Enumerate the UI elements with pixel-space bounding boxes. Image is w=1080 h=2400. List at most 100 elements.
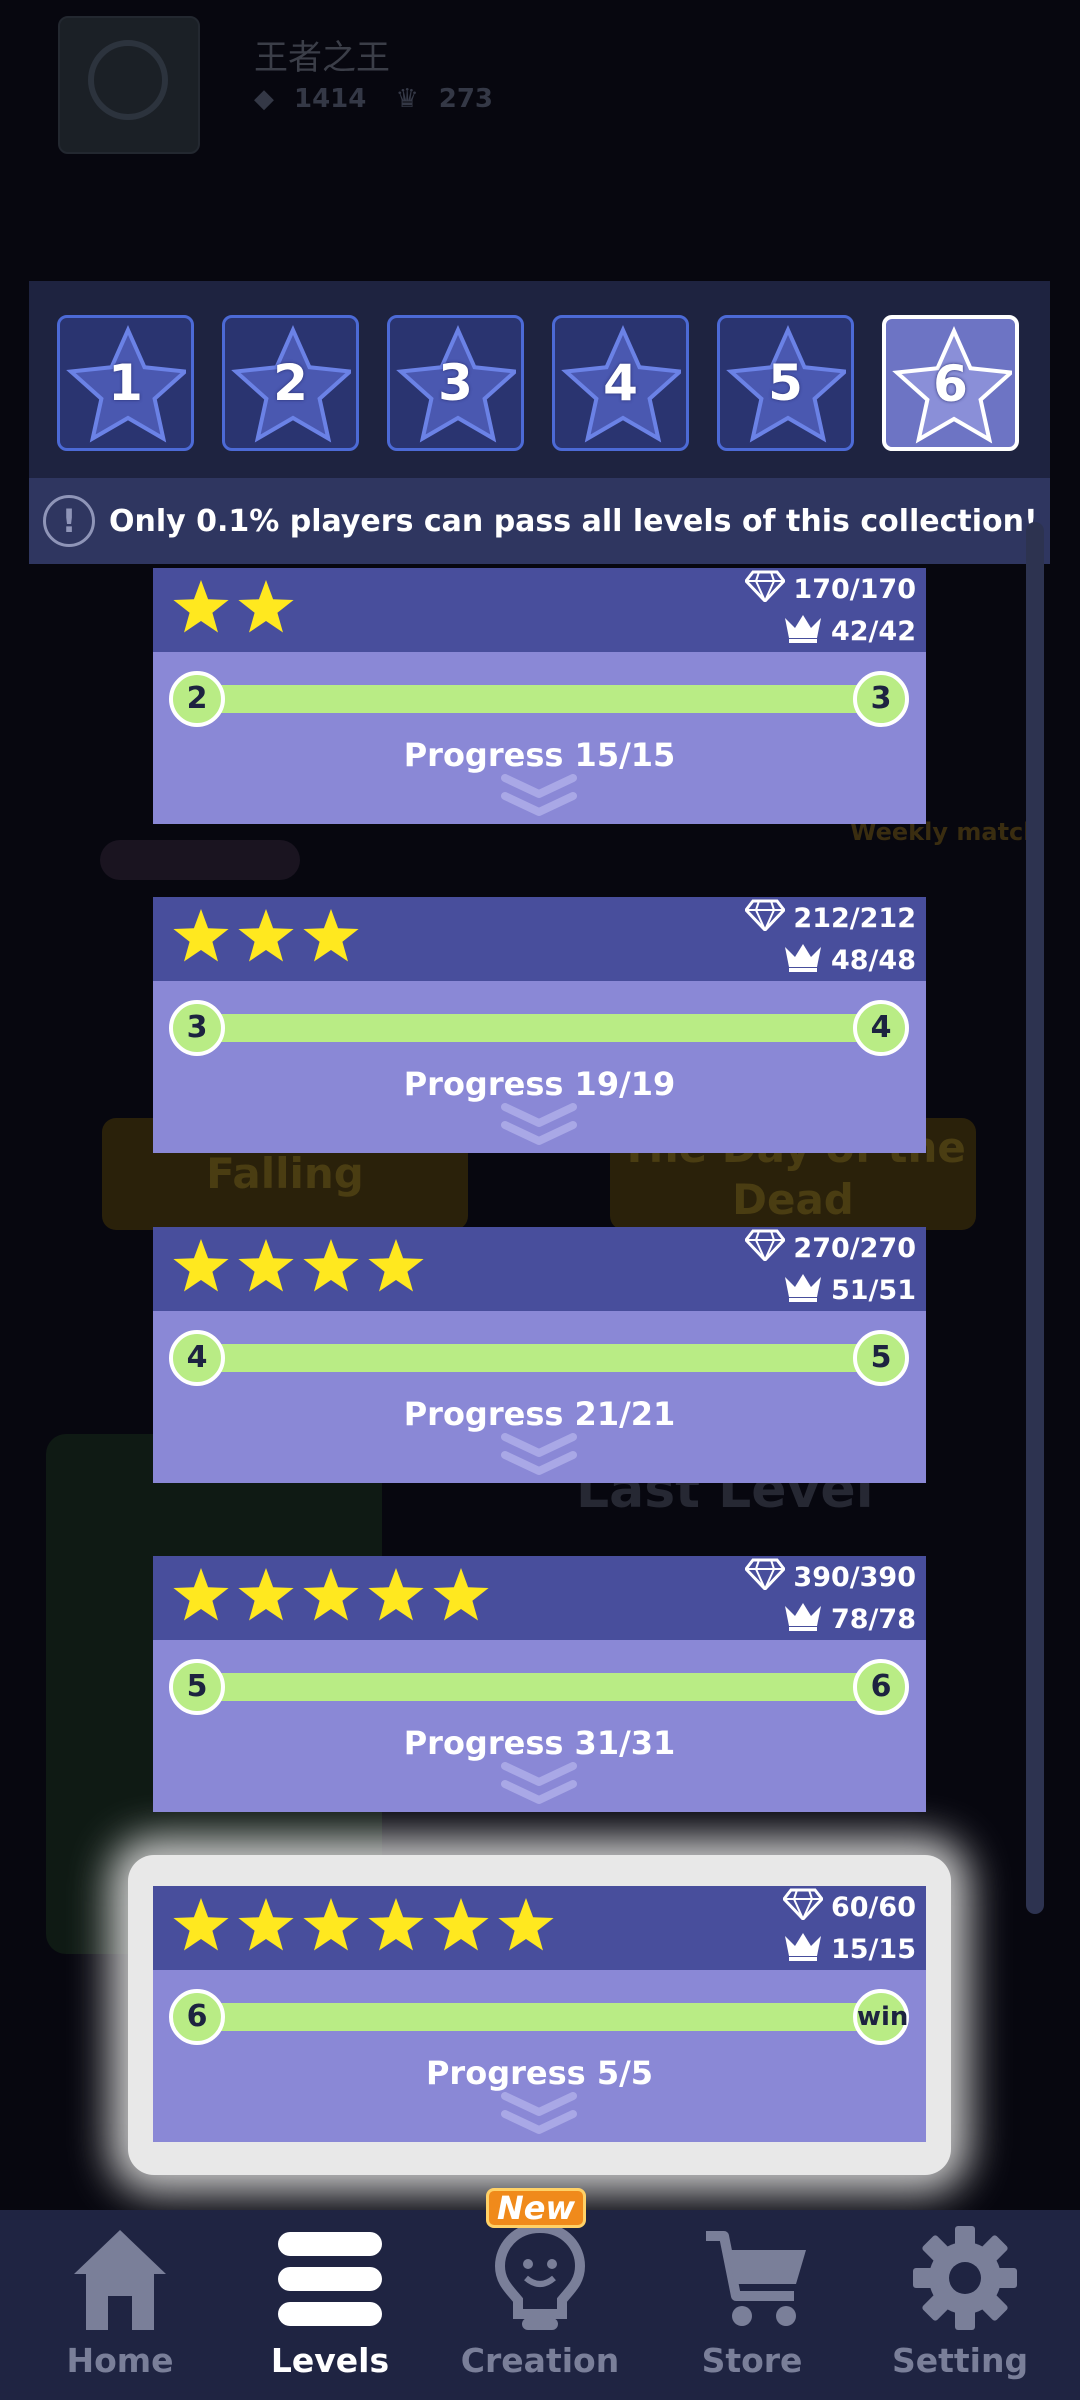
crown-count: 78/78 [783, 1600, 916, 1639]
nav-store[interactable]: Store [652, 2210, 852, 2400]
nav-setting[interactable]: Setting [860, 2210, 1060, 2400]
progress-bar [191, 2003, 887, 2031]
progress-label: Progress 31/31 [403, 1724, 676, 1762]
expand-chevron-icon[interactable] [499, 2092, 579, 2136]
star-icon [433, 1898, 489, 1951]
crown-icon [783, 612, 831, 651]
gem-icon [744, 570, 793, 609]
star-icon [173, 1568, 229, 1621]
progress-track: 4 5 [169, 1330, 909, 1386]
expand-chevron-icon[interactable] [499, 1433, 579, 1477]
level-card[interactable]: 212/212 48/48 3 4 Progress 19/19 [153, 897, 926, 1153]
level-card-header: 270/270 51/51 [153, 1227, 926, 1311]
collection-tab-6[interactable]: 6 [882, 315, 1019, 451]
star-rating [173, 907, 359, 965]
expand-chevron-icon[interactable] [499, 1762, 579, 1806]
collection-tab-1[interactable]: 1 [57, 315, 194, 451]
new-badge: New [486, 2188, 587, 2228]
collection-tab-5[interactable]: 5 [717, 315, 854, 451]
nav-levels[interactable]: Levels [230, 2210, 430, 2400]
progress-bar [191, 1344, 887, 1372]
home-icon [74, 2230, 166, 2330]
level-card[interactable]: 270/270 51/51 4 5 Progress 21/21 [153, 1227, 926, 1483]
star-icon [173, 580, 229, 633]
level-card[interactable]: 170/170 42/42 2 3 Progress 15/15 [153, 568, 926, 824]
crown-count: 42/42 [783, 612, 916, 651]
nav-home[interactable]: Home [20, 2210, 220, 2400]
star-icon [238, 1568, 294, 1621]
progress-track: 2 3 [169, 671, 909, 727]
gem-icon [744, 1558, 793, 1597]
gem-value: 60/60 [830, 1892, 916, 1923]
progress-start-node: 5 [169, 1659, 225, 1715]
progress-bar [191, 685, 887, 713]
star-icon [368, 1898, 424, 1951]
gear-icon [913, 2226, 1017, 2330]
crown-count: 48/48 [783, 941, 916, 980]
progress-end-node: 3 [853, 671, 909, 727]
progress-bar [191, 1673, 887, 1701]
player-gems: 1414 [294, 84, 367, 114]
player-profile: 王者之王 ◆ 1414 ♛ 273 [0, 0, 1080, 280]
crown-icon [783, 941, 831, 980]
progress-end-node: 6 [853, 1659, 909, 1715]
progress-start-node: 3 [169, 1000, 225, 1056]
progress-start-node: 6 [169, 1989, 225, 2045]
level-card-header: 60/60 15/15 [153, 1886, 926, 1970]
gem-value: 170/170 [793, 574, 916, 605]
progress-end-node: 5 [853, 1330, 909, 1386]
level-card-header: 212/212 48/48 [153, 897, 926, 981]
star-icon [173, 909, 229, 962]
crown-icon [783, 1930, 831, 1969]
progress-label: Progress 19/19 [403, 1065, 676, 1103]
gem-value: 390/390 [793, 1562, 916, 1593]
collection-tab-4[interactable]: 4 [552, 315, 689, 451]
crown-value: 51/51 [830, 1275, 916, 1306]
info-icon: ! [43, 495, 95, 547]
level-card[interactable]: 390/390 78/78 5 6 Progress 31/31 [153, 1556, 926, 1812]
crown-value: 78/78 [830, 1604, 916, 1635]
star-icon [368, 1239, 424, 1292]
gem-count: 270/270 [744, 1229, 916, 1268]
collection-tab-3[interactable]: 3 [387, 315, 524, 451]
star-icon [173, 1898, 229, 1951]
scrollbar[interactable] [1026, 522, 1044, 1914]
notice-banner: ! Only 0.1% players can pass all levels … [29, 478, 1050, 564]
progress-track: 6 win [169, 1989, 909, 2045]
gem-count: 212/212 [744, 899, 916, 938]
gem-count: 390/390 [744, 1558, 916, 1597]
collection-tab-number: 1 [108, 354, 143, 412]
list-icon [278, 2232, 382, 2326]
gem-icon [744, 1229, 793, 1268]
collection-panel: 1 2 3 4 5 6 ! Only 0.1% players can pass all … [29, 281, 1050, 564]
collection-tab-number: 4 [603, 354, 638, 412]
crown-icon: ♛ [395, 84, 419, 114]
collection-tab-2[interactable]: 2 [222, 315, 359, 451]
avatar[interactable] [58, 16, 200, 154]
collection-tab-number: 5 [768, 354, 803, 412]
star-icon [238, 1898, 294, 1951]
progress-bar [191, 1014, 887, 1042]
nav-creation[interactable]: Creation [440, 2210, 640, 2400]
star-icon [368, 1568, 424, 1621]
expand-chevron-icon[interactable] [499, 1103, 579, 1147]
expand-chevron-icon[interactable] [499, 774, 579, 818]
player-crowns: 273 [438, 84, 494, 114]
progress-label: Progress 5/5 [425, 2054, 654, 2092]
crown-count: 51/51 [783, 1271, 916, 1310]
player-name: 王者之王 [254, 38, 390, 78]
star-icon [303, 909, 359, 962]
crown-value: 48/48 [830, 945, 916, 976]
gem-count: 170/170 [744, 570, 916, 609]
level-card[interactable]: 60/60 15/15 6 win Progress 5/5 [153, 1886, 926, 2142]
collection-tabs: 1 2 3 4 5 6 [57, 315, 1019, 451]
progress-start-node: 4 [169, 1330, 225, 1386]
star-icon [303, 1568, 359, 1621]
progress-track: 3 4 [169, 1000, 909, 1056]
crown-value: 15/15 [830, 1934, 916, 1965]
progress-label: Progress 21/21 [403, 1395, 676, 1433]
collection-tab-number: 3 [438, 354, 473, 412]
nav-store-label: Store [701, 2341, 803, 2380]
collection-tab-number: 6 [933, 355, 968, 413]
star-rating [173, 578, 294, 636]
